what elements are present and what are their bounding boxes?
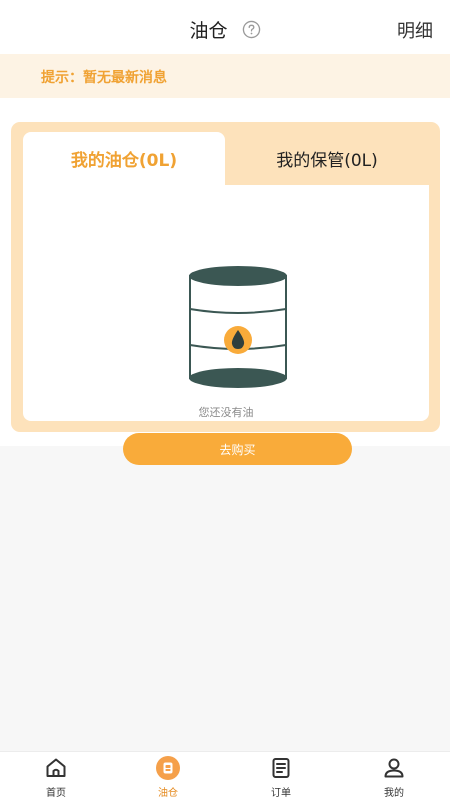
notice-text: 提示：暂无最新消息 (41, 70, 167, 86)
top-header: 油仓 明细 (0, 0, 450, 54)
profile-icon (384, 758, 404, 778)
tabbar-item-profile[interactable]: 我的 (338, 756, 450, 800)
tabbar-item-oil-tank[interactable]: 油仓 (112, 756, 224, 800)
detail-link[interactable]: 明细 (397, 17, 433, 43)
tab-my-oil-tank[interactable]: 我的油仓(0L) (23, 132, 225, 185)
order-list-icon (272, 758, 290, 778)
tabbar-item-orders[interactable]: 订单 (225, 756, 337, 800)
tab-my-custody[interactable]: 我的保管(0L) (225, 132, 429, 185)
question-circle-icon[interactable] (242, 20, 261, 39)
page-title: 油仓 (189, 20, 228, 42)
oil-tank-icon (156, 756, 180, 780)
oil-barrel-icon (189, 266, 287, 388)
page-title-wrap: 油仓 (0, 16, 450, 43)
tabbar-item-home[interactable]: 首页 (0, 756, 112, 800)
tabbar-label-home: 首页 (46, 788, 66, 799)
home-icon (46, 758, 66, 777)
empty-state-text: 您还没有油 (198, 406, 254, 419)
bottom-tabbar: 首页 油仓 订单 我的 (0, 751, 450, 800)
tabbar-label-profile: 我的 (384, 788, 404, 799)
oil-tank-card: 我的油仓(0L) 我的保管(0L) 您还没有油 去购买 (11, 122, 440, 465)
buy-button[interactable]: 去购买 (123, 433, 352, 465)
tabbar-label-oil-tank: 油仓 (158, 788, 178, 799)
tabbar-label-orders: 订单 (271, 788, 291, 799)
empty-state-panel: 您还没有油 去购买 (23, 185, 429, 465)
notice-bar: 提示：暂无最新消息 (0, 54, 450, 98)
